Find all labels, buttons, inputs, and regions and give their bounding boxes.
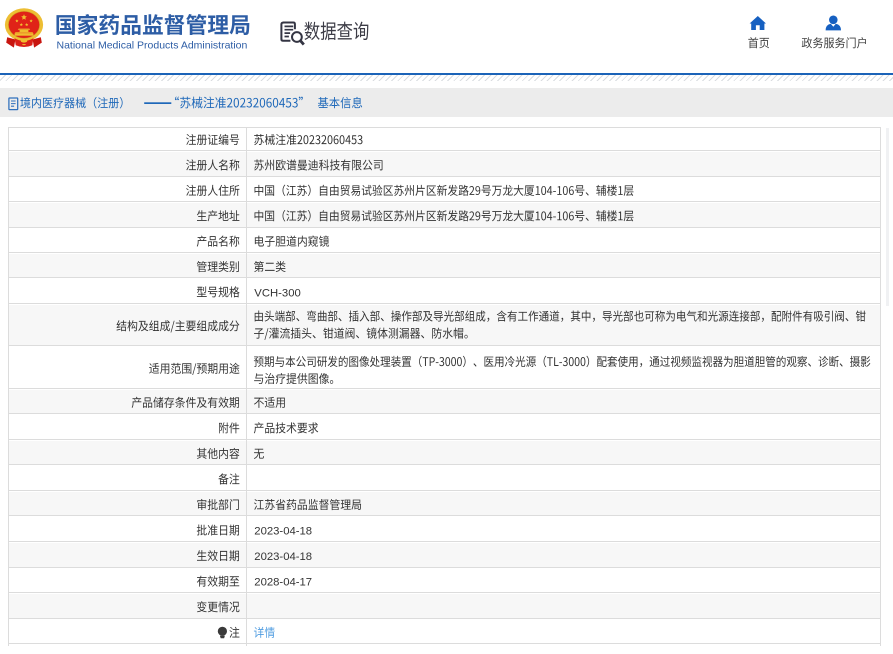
svg-text:2023-04-18: 2023-04-18 <box>254 551 312 563</box>
svg-text:VCH-300: VCH-300 <box>254 287 300 299</box>
svg-text:National Medical Products Admi: National Medical Products Administration <box>57 40 248 52</box>
svg-text:2028-04-17: 2028-04-17 <box>254 577 312 589</box>
svg-text:2023-04-18: 2023-04-18 <box>254 526 312 538</box>
